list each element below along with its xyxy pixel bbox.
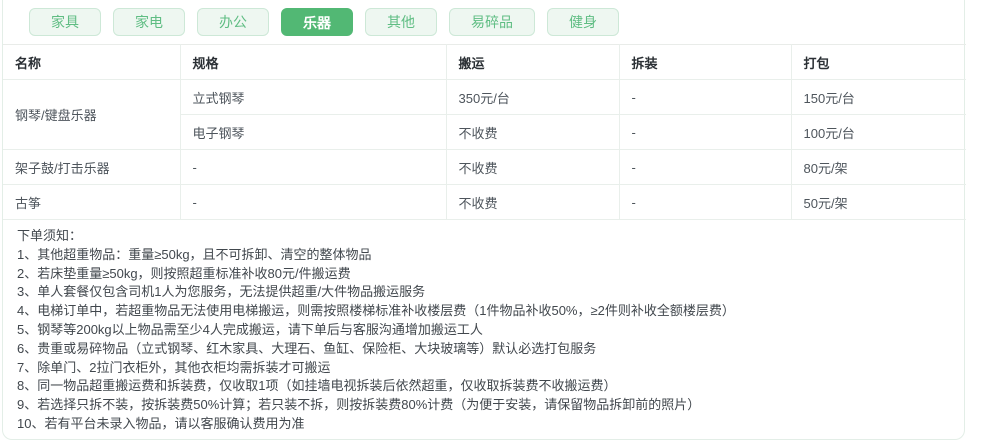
cell-item-name: 古筝 (3, 184, 181, 220)
pricing-panel: 家具 家电 办公 乐器 其他 易碎品 健身 名称 规格 搬运 拆装 打包 钢琴/… (2, 0, 966, 440)
tab-appliance[interactable]: 家电 (113, 8, 185, 36)
cell-spec: - (180, 184, 447, 220)
tab-fragile[interactable]: 易碎品 (449, 8, 535, 36)
note-item-9: 9、若选择只拆不装，按拆装费50%计算；若只装不拆，则按拆装费80%计费（为便于… (17, 397, 701, 413)
table-row: 古筝 - 不收费 - 50元/架 (3, 184, 966, 220)
column-header-spec: 规格 (180, 44, 447, 80)
column-header-disassembly: 拆装 (619, 44, 792, 80)
column-header-carry: 搬运 (446, 44, 620, 80)
cell-pack: 80元/架 (791, 149, 966, 185)
tab-instrument[interactable]: 乐器 (281, 8, 353, 36)
cell-spec: 立式钢琴 (180, 79, 447, 115)
tab-other[interactable]: 其他 (365, 8, 437, 36)
column-header-pack: 打包 (791, 44, 966, 80)
cell-spec: 电子钢琴 (180, 114, 447, 150)
cell-pack: 50元/架 (791, 184, 966, 220)
cell-disassembly: - (619, 79, 792, 115)
note-item-7: 7、除单门、2拉门衣柜外，其他衣柜均需拆装才可搬运 (17, 359, 331, 375)
note-item-6: 6、贵重或易碎物品（立式钢琴、红木家具、大理石、鱼缸、保险柜、大块玻璃等）默认必… (17, 340, 597, 356)
cell-disassembly: - (619, 149, 792, 185)
note-item-5: 5、钢琴等200kg以上物品需至少4人完成搬运，请下单后与客服沟通增加搬运工人 (17, 321, 483, 337)
note-item-1: 1、其他超重物品：重量≥50kg，且不可拆卸、清空的整体物品 (17, 246, 372, 262)
cell-carry: 不收费 (446, 114, 620, 150)
cell-carry: 350元/台 (446, 79, 620, 115)
table-header-row: 名称 规格 搬运 拆装 打包 (3, 44, 966, 80)
cell-item-name: 架子鼓/打击乐器 (3, 149, 181, 185)
tab-office[interactable]: 办公 (197, 8, 269, 36)
notes-title: 下单须知： (17, 228, 83, 243)
cell-spec: - (180, 149, 447, 185)
tab-fitness[interactable]: 健身 (547, 8, 619, 36)
note-item-4: 4、电梯订单中，若超重物品无法使用电梯搬运，则需按照楼梯标准补收楼层费（1件物品… (17, 303, 735, 319)
note-item-2: 2、若床垫重量≥50kg，则按照超重标准补收80元/件搬运费 (17, 265, 351, 281)
cell-disassembly: - (619, 114, 792, 150)
note-item-8: 8、同一物品超重搬运费和拆装费，仅收取1项（如挂墙电视拆装后依然超重，仅收取拆装… (17, 378, 617, 394)
note-item-3: 3、单人套餐仅包含司机1人为您服务，无法提供超重/大件物品搬运服务 (17, 284, 426, 300)
tab-furniture[interactable]: 家具 (29, 8, 101, 36)
table-row: 架子鼓/打击乐器 - 不收费 - 80元/架 (3, 149, 966, 185)
cell-carry: 不收费 (446, 149, 620, 185)
table-row: 钢琴/键盘乐器 立式钢琴 350元/台 - 150元/台 (3, 79, 966, 150)
cell-pack: 100元/台 (791, 114, 966, 150)
cell-pack: 150元/台 (791, 79, 966, 115)
cell-carry: 不收费 (446, 184, 620, 220)
column-header-name: 名称 (3, 44, 181, 80)
note-item-10: 10、若有平台未录入物品，请以客服确认费用为准 (17, 415, 305, 431)
pricing-table: 名称 规格 搬运 拆装 打包 钢琴/键盘乐器 立式钢琴 350元/台 - 150… (3, 44, 966, 220)
cell-item-name: 钢琴/键盘乐器 (3, 79, 181, 150)
order-notes: 下单须知： 1、其他超重物品：重量≥50kg，且不可拆卸、清空的整体物品 2、若… (3, 220, 964, 434)
category-tabs: 家具 家电 办公 乐器 其他 易碎品 健身 (3, 0, 964, 44)
cell-disassembly: - (619, 184, 792, 220)
